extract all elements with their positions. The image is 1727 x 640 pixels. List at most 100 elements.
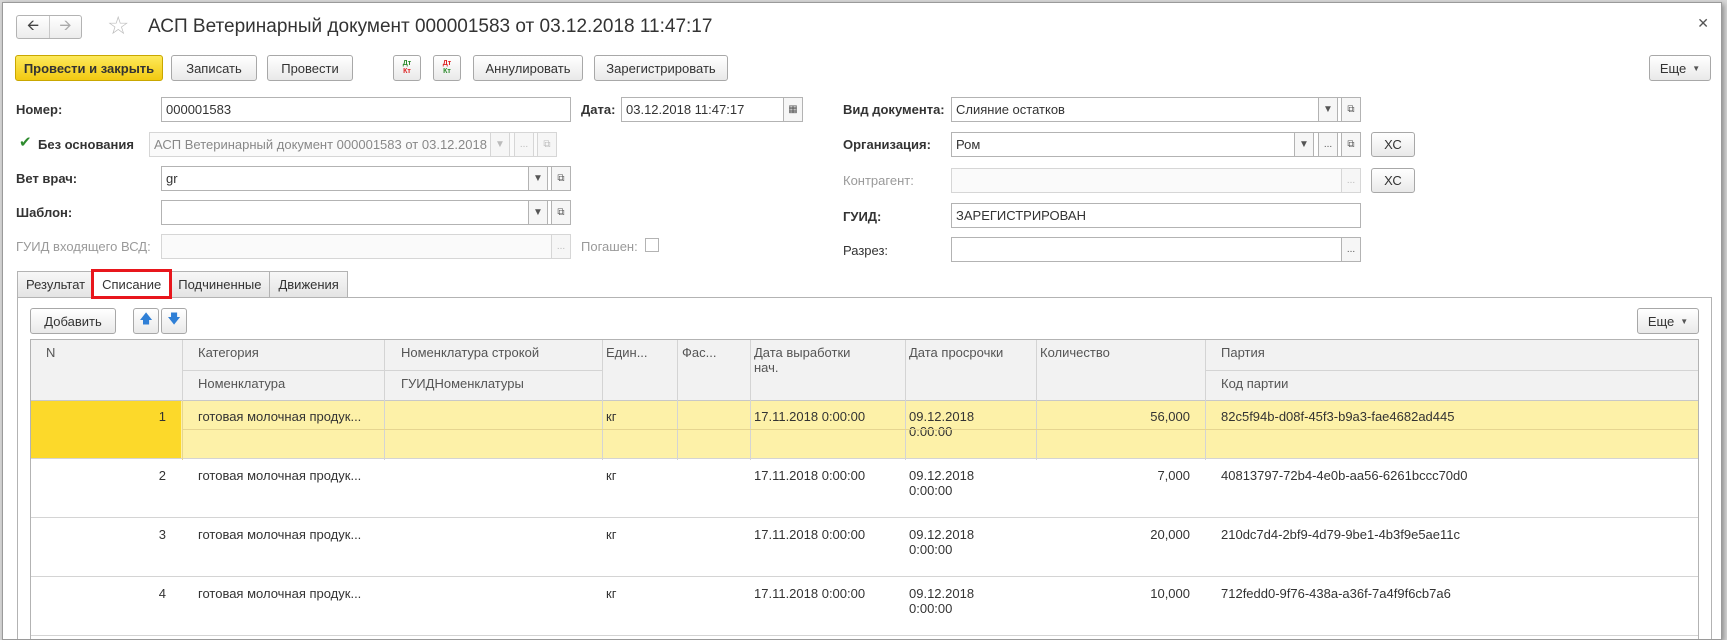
header-batch-code[interactable]: Код партии	[1206, 371, 1506, 391]
dtkt-edit-button[interactable]: Дт Кт	[433, 55, 461, 81]
org-open-button[interactable]: ⧉	[1341, 133, 1360, 156]
register-button[interactable]: Зарегистрировать	[594, 55, 728, 81]
column-divider	[182, 401, 183, 460]
guid-label: ГУИД:	[843, 209, 882, 224]
section-label: Разрез:	[843, 243, 889, 258]
tab-write-off[interactable]: Списание	[91, 269, 173, 299]
vet-open-button[interactable]: ⧉	[551, 167, 570, 190]
basis-dropdown-button[interactable]: ▼	[490, 133, 510, 156]
cell-category: готовая молочная продук...	[198, 586, 362, 601]
repaid-label: Погашен:	[581, 239, 638, 254]
calendar-icon: ▦	[788, 104, 798, 115]
template-open-button[interactable]: ⧉	[551, 201, 570, 224]
dtkt-report-button[interactable]: Дт Кт	[393, 55, 421, 81]
tab-movements[interactable]: Движения	[269, 271, 348, 297]
column-divider	[602, 340, 603, 460]
column-divider	[182, 340, 183, 401]
chevron-down-icon: ▼	[1323, 104, 1333, 115]
header-n[interactable]: N	[31, 340, 181, 360]
star-icon[interactable]: ☆	[107, 13, 129, 39]
org-select-button[interactable]: ...	[1318, 133, 1338, 156]
no-basis-label: Без основания	[38, 137, 134, 152]
grid-more-button[interactable]: Еще ▼	[1637, 308, 1699, 334]
basis-open-button[interactable]: ⧉	[537, 133, 556, 156]
tab-result[interactable]: Результат	[17, 271, 95, 297]
open-icon: ⧉	[1347, 139, 1355, 150]
guid-field[interactable]: ЗАРЕГИСТРИРОВАН	[951, 203, 1361, 228]
column-divider	[1036, 340, 1037, 460]
title-bar: 🡨 🡪 ☆ АСП Ветеринарный документ 00000158…	[3, 3, 1721, 49]
header-nomenclature[interactable]: Номенклатура	[183, 371, 383, 391]
chevron-down-icon: ▼	[533, 207, 543, 218]
forward-button[interactable]: 🡪	[49, 16, 81, 38]
date-field[interactable]: 03.12.2018 11:47:17 ▦	[621, 97, 803, 122]
table-row[interactable]: 3 готовая молочная продук... кг 17.11.20…	[31, 519, 1698, 577]
counterparty-select-button[interactable]: ...	[1341, 169, 1360, 192]
header-nom-guid[interactable]: ГУИДНоменклатуры	[386, 371, 586, 391]
header-category[interactable]: Категория	[183, 340, 383, 360]
cell-batch: 82c5f94b-d08f-45f3-b9a3-fae4682ad445	[1221, 409, 1455, 424]
org-xc-button[interactable]: ХС	[1371, 132, 1415, 157]
close-icon[interactable]: ✕	[1697, 15, 1709, 32]
table-row[interactable]: 1 готовая молочная продук... кг 17.11.20…	[31, 401, 1698, 459]
header-divider	[183, 370, 602, 371]
header-qty[interactable]: Количество	[1025, 340, 1205, 360]
incoming-guid-select-button[interactable]: ...	[551, 235, 570, 258]
header-divider	[1206, 370, 1698, 371]
counterparty-xc-button[interactable]: ХС	[1371, 168, 1415, 193]
header-expiry[interactable]: Дата просрочки	[894, 340, 1024, 360]
org-dropdown-button[interactable]: ▼	[1294, 133, 1314, 156]
move-up-button[interactable]: 🡅	[133, 308, 159, 334]
window-title: АСП Ветеринарный документ 000001583 от 0…	[148, 16, 713, 37]
section-field[interactable]: ...	[951, 237, 1361, 262]
number-field[interactable]: 000001583	[161, 97, 571, 122]
cell-prod-date: 17.11.2018 0:00:00	[754, 586, 866, 601]
header-nom-string[interactable]: Номенклатура строкой	[386, 340, 586, 360]
post-and-close-button[interactable]: Провести и закрыть	[15, 55, 163, 81]
table-row[interactable]: 2 готовая молочная продук... кг 17.11.20…	[31, 460, 1698, 518]
template-label: Шаблон:	[16, 205, 73, 220]
cell-unit: кг	[606, 527, 617, 542]
dtkt-edit-icon: Дт Кт	[442, 60, 452, 75]
move-down-button[interactable]: 🡇	[161, 308, 187, 334]
date-value: 03.12.2018 11:47:17	[626, 102, 745, 117]
doc-type-open-button[interactable]: ⧉	[1341, 98, 1360, 121]
counterparty-field[interactable]: ...	[951, 168, 1361, 193]
column-divider	[750, 340, 751, 460]
basis-field[interactable]: АСП Ветеринарный документ 000001583 от 0…	[149, 132, 557, 157]
more-button[interactable]: Еще ▼	[1649, 55, 1711, 81]
no-basis-check-icon[interactable]: ✔	[19, 135, 32, 150]
basis-value: АСП Ветеринарный документ 000001583 от 0…	[154, 137, 494, 152]
arrow-left-icon: 🡨	[26, 16, 40, 34]
dtkt-icon: Дт Кт	[402, 60, 412, 75]
org-field[interactable]: Ром ▼ ... ⧉	[951, 132, 1361, 157]
column-divider	[384, 340, 385, 460]
incoming-guid-field[interactable]: ...	[161, 234, 571, 259]
basis-select-button[interactable]: ...	[514, 133, 534, 156]
header-batch[interactable]: Партия	[1206, 340, 1506, 360]
add-row-button[interactable]: Добавить	[30, 308, 116, 334]
template-field[interactable]: ▼ ⧉	[161, 200, 571, 225]
org-value: Ром	[956, 137, 981, 152]
template-dropdown-button[interactable]: ▼	[528, 201, 548, 224]
table-row[interactable]: 4 готовая молочная продук... кг 17.11.20…	[31, 578, 1698, 636]
header-prod-date[interactable]: Дата выработки нач.	[739, 340, 889, 375]
back-button[interactable]: 🡨	[17, 16, 49, 38]
doc-type-label: Вид документа:	[843, 102, 945, 117]
repaid-checkbox[interactable]	[645, 238, 659, 252]
tab-subordinate[interactable]: Подчиненные	[169, 271, 271, 297]
open-icon: ⧉	[557, 207, 565, 218]
doc-type-field[interactable]: Слияние остатков ▼ ⧉	[951, 97, 1361, 122]
write-off-table[interactable]: N Категория Номенклатура Номенклатура ст…	[30, 339, 1699, 639]
vet-field[interactable]: gr ▼ ⧉	[161, 166, 571, 191]
table-header: N Категория Номенклатура Номенклатура ст…	[31, 340, 1698, 401]
more-button-label: Еще	[1659, 60, 1687, 76]
section-select-button[interactable]: ...	[1341, 238, 1360, 261]
save-button[interactable]: Записать	[171, 55, 257, 81]
cancel-document-button[interactable]: Аннулировать	[473, 55, 583, 81]
tab-bar: Результат Списание Подчиненные Движения	[17, 269, 348, 299]
vet-dropdown-button[interactable]: ▼	[528, 167, 548, 190]
doc-type-dropdown-button[interactable]: ▼	[1318, 98, 1338, 121]
post-button[interactable]: Провести	[267, 55, 353, 81]
calendar-button[interactable]: ▦	[783, 98, 802, 121]
